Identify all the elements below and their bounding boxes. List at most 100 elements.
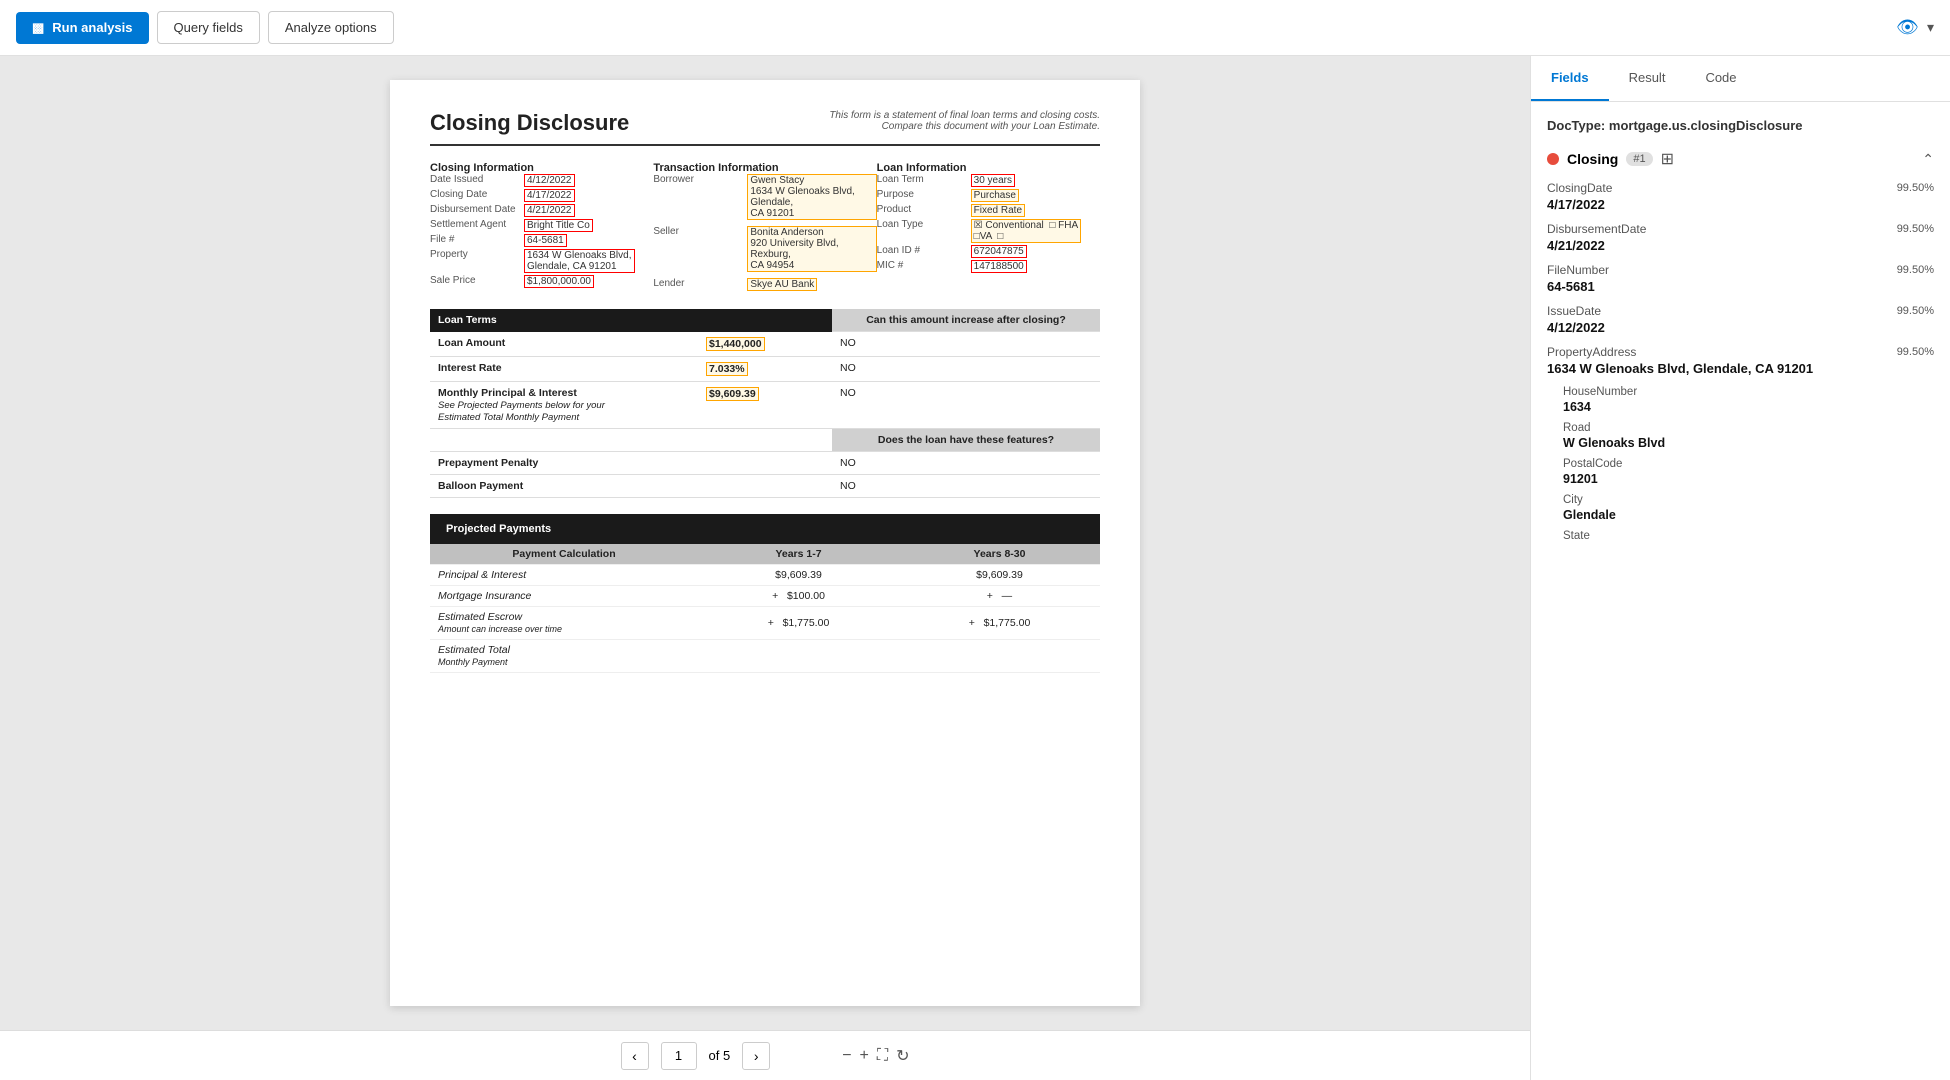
tab-result[interactable]: Result [1609,56,1686,101]
prepayment-label: Prepayment Penalty [430,451,698,474]
info-row: Borrower Gwen Stacy1634 W Glenoaks Blvd,… [653,174,876,220]
document-viewer: Closing Disclosure This form is a statem… [0,56,1530,1080]
right-panel-content: DocType: mortgage.us.closingDisclosure C… [1531,102,1950,1080]
doc-header: Closing Disclosure This form is a statem… [430,110,1100,146]
table-row: Does the loan have these features? [430,428,1100,451]
page-total: of 5 [709,1048,731,1063]
pi-years8-30: $9,609.39 [899,564,1100,585]
issue-date-field: IssueDate 99.50% 4/12/2022 [1547,304,1934,335]
info-row: Disbursement Date4/21/2022 [430,204,653,217]
run-analysis-button[interactable]: ▩ Run analysis [16,12,149,44]
prepayment-answer: NO [832,451,1100,474]
loan-amount-label: Loan Amount [430,332,698,357]
zoom-in-button[interactable]: + [860,1046,869,1066]
field-section-header: Closing #1 ⊞ ⌃ [1547,149,1934,169]
eye-icon[interactable]: 👁 [1896,17,1919,38]
info-row: Loan ID #672047875 [877,245,1100,258]
mortgage-insurance-label: Mortgage Insurance [430,585,698,606]
can-increase-header: Can this amount increase after closing? [832,309,1100,332]
escrow-years1-7: + $1,775.00 [698,606,899,639]
pi-years1-7: $9,609.39 [698,564,899,585]
doc-title: Closing Disclosure [430,110,629,136]
next-page-button[interactable]: › [742,1042,770,1070]
years-1-7-col: Years 1-7 [698,544,899,565]
table-row: Estimated TotalMonthly Payment [430,639,1100,672]
projected-payments-label: Projected Payments [438,519,559,539]
table-row: Principal & Interest $9,609.39 $9,609.39 [430,564,1100,585]
info-row: Loan Type☒ Conventional □ FHA□VA □ [877,219,1100,243]
loan-terms-value-header [698,309,832,332]
balloon-label: Balloon Payment [430,474,698,497]
table-row: Prepayment Penalty NO [430,451,1100,474]
projected-payments-table: Projected Payments Payment Calculation Y… [430,514,1100,673]
tab-fields[interactable]: Fields [1531,56,1609,101]
info-row: PurposePurchase [877,189,1100,202]
document-scroll[interactable]: Closing Disclosure This form is a statem… [0,56,1530,1030]
grid-icon[interactable]: ⊞ [1661,149,1674,169]
does-loan-have-features-header: Does the loan have these features? [832,428,1100,451]
rotate-button[interactable]: ↻ [896,1046,909,1066]
prev-page-button[interactable]: ‹ [621,1042,649,1070]
interest-rate-label: Interest Rate [430,356,698,381]
info-row: ProductFixed Rate [877,204,1100,217]
transaction-info-header: Transaction Information [653,162,876,174]
table-row: Loan Amount $1,440,000 NO [430,332,1100,357]
info-row: Sale Price$1,800,000.00 [430,275,653,288]
loan-terms-table: Loan Terms Can this amount increase afte… [430,309,1100,498]
loan-info-header: Loan Information [877,162,1100,174]
info-row: Seller Bonita Anderson920 University Blv… [653,226,876,272]
estimated-escrow-label: Estimated EscrowAmount can increase over… [430,606,698,639]
city-subfield: City Glendale [1563,494,1934,522]
doc-info-grid: Closing Information Date Issued4/12/2022… [430,162,1100,293]
info-row: Closing Date4/17/2022 [430,189,653,202]
monthly-pi-label: Monthly Principal & Interest See Project… [430,381,698,428]
zoom-out-button[interactable]: − [842,1046,851,1066]
collapse-icon[interactable]: ⌃ [1922,151,1934,168]
loan-amount-answer: NO [832,332,1100,357]
right-panel: Fields Result Code DocType: mortgage.us.… [1530,56,1950,1080]
closing-date-field: ClosingDate 99.50% 4/17/2022 [1547,181,1934,212]
postal-code-subfield: PostalCode 91201 [1563,458,1934,486]
loan-terms-header: Loan Terms [430,309,698,332]
table-row: Estimated EscrowAmount can increase over… [430,606,1100,639]
section-badge: #1 [1626,152,1652,166]
road-subfield: Road W Glenoaks Blvd [1563,422,1934,450]
tab-code[interactable]: Code [1685,56,1756,101]
table-row: Monthly Principal & Interest See Project… [430,381,1100,428]
doc-subtitle: This form is a statement of final loan t… [820,110,1100,132]
fit-page-button[interactable]: ⛶ [877,1046,888,1066]
info-row: Property1634 W Glenoaks Blvd,Glendale, C… [430,249,653,273]
chevron-down-icon[interactable]: ▾ [1927,19,1934,36]
info-row: Lender Skye AU Bank [653,278,876,291]
zoom-controls: − + ⛶ ↻ [842,1046,909,1066]
analyze-options-button[interactable]: Analyze options [268,11,394,44]
section-dot [1547,153,1559,165]
info-row: Date Issued4/12/2022 [430,174,653,187]
estimated-total-label: Estimated TotalMonthly Payment [430,639,698,672]
principal-interest-label: Principal & Interest [430,564,698,585]
main-content: Closing Disclosure This form is a statem… [0,56,1950,1080]
info-row: Loan Term30 years [877,174,1100,187]
monthly-pi-value: $9,609.39 [698,381,832,428]
document-page: Closing Disclosure This form is a statem… [390,80,1140,1006]
state-subfield: State [1563,530,1934,542]
page-number-input[interactable] [661,1042,697,1070]
projected-payments-header: Projected Payments [430,514,698,544]
info-row: MIC #147188500 [877,260,1100,273]
interest-rate-value: 7.033% [698,356,832,381]
file-number-field: FileNumber 99.50% 64-5681 [1547,263,1934,294]
years-8-30-col: Years 8-30 [899,544,1100,565]
query-fields-button[interactable]: Query fields [157,11,260,44]
payment-calc-col: Payment Calculation [430,544,698,565]
mi-years8-30: + — [899,585,1100,606]
total-years8-30 [899,639,1100,672]
mi-years1-7: + $100.00 [698,585,899,606]
total-years1-7 [698,639,899,672]
house-number-subfield: HouseNumber 1634 [1563,386,1934,414]
info-row: Settlement AgentBright Title Co [430,219,653,232]
doctype-line: DocType: mortgage.us.closingDisclosure [1547,118,1934,133]
doctype-value: mortgage.us.closingDisclosure [1609,118,1803,133]
property-address-field: PropertyAddress 99.50% 1634 W Glenoaks B… [1547,345,1934,376]
closing-info-col: Closing Information Date Issued4/12/2022… [430,162,653,293]
table-row: Balloon Payment NO [430,474,1100,497]
